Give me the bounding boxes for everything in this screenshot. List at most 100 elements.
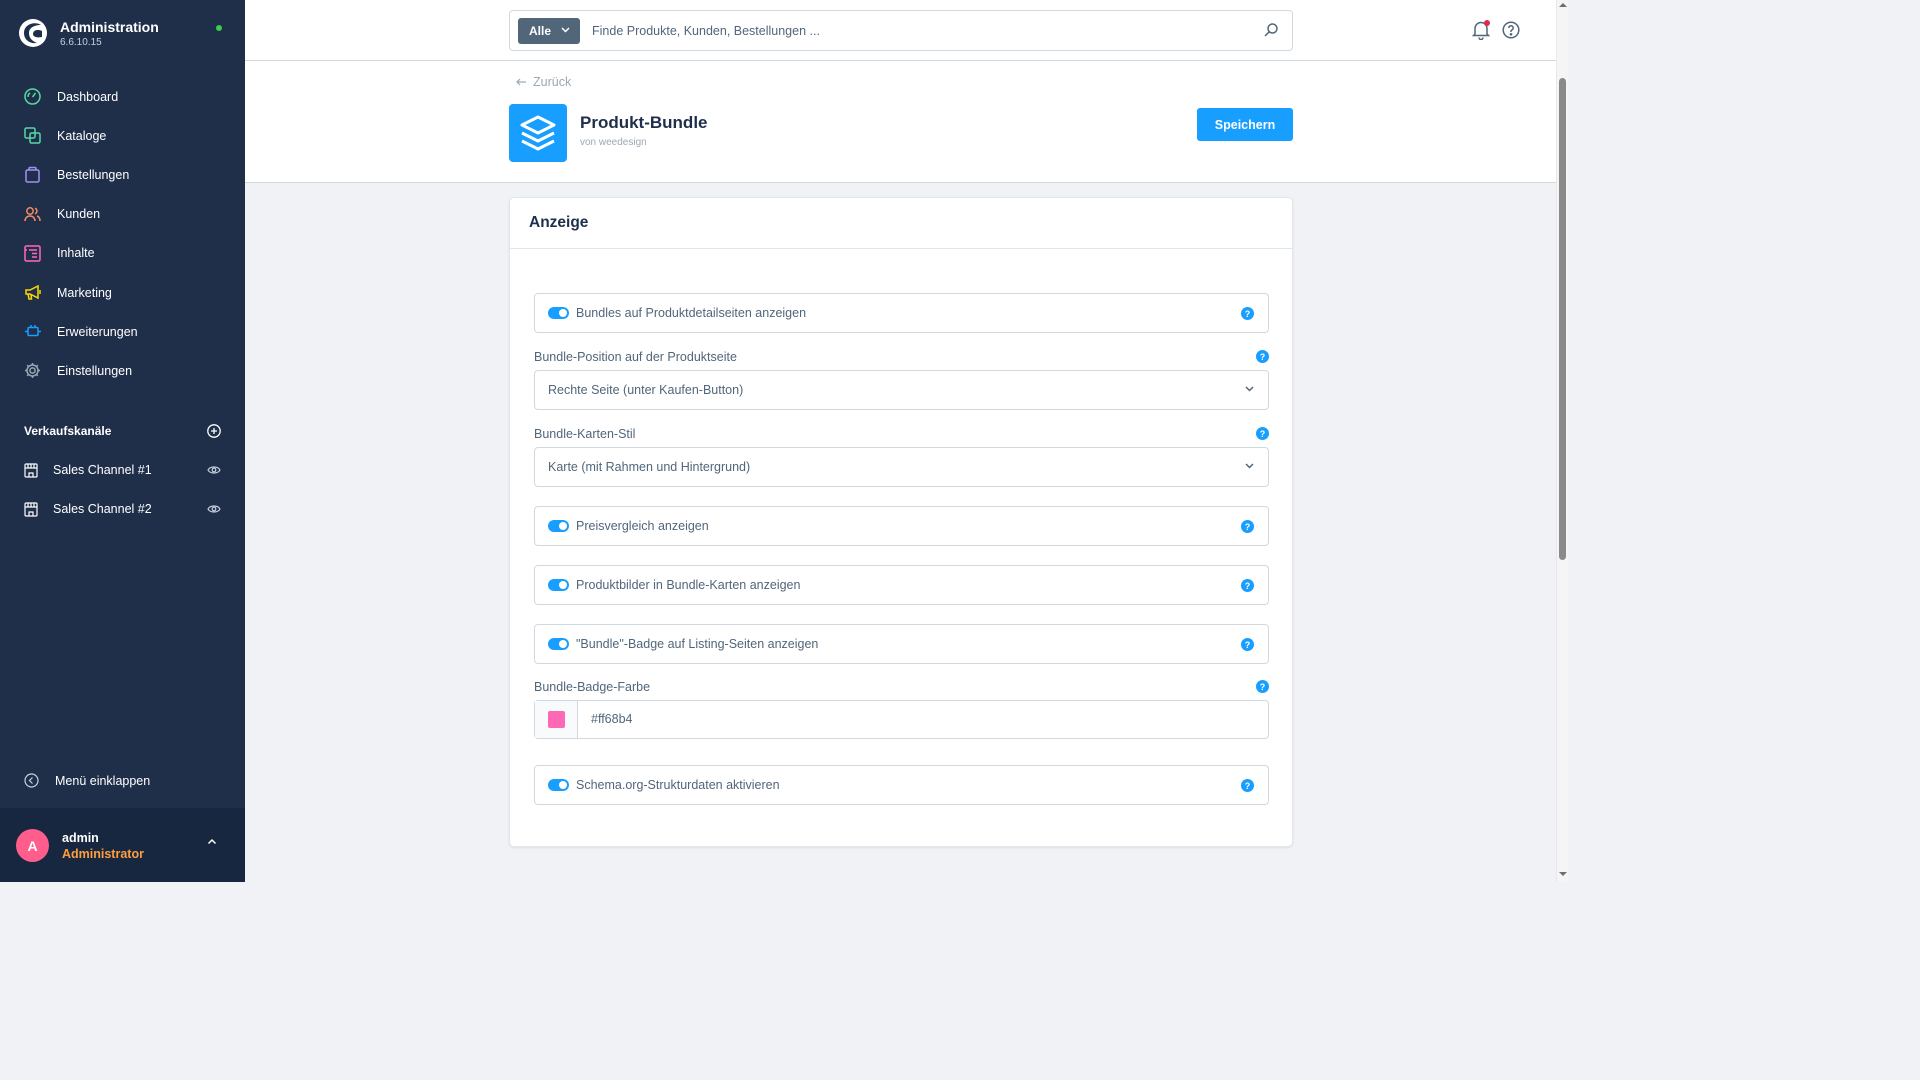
search-type-dropdown[interactable]: Alle: [518, 18, 580, 44]
search-icon[interactable]: [1264, 23, 1278, 37]
help-icon[interactable]: ?: [1241, 579, 1254, 592]
sidebar-item-label: Inhalte: [57, 246, 95, 261]
plugin-logo: [509, 104, 567, 162]
bundle-position-select[interactable]: Rechte Seite (unter Kaufen-Button): [534, 370, 1269, 410]
megaphone-icon: [23, 283, 42, 302]
scroll-thumb[interactable]: [1559, 78, 1566, 560]
bundle-card-style-select[interactable]: Karte (mit Rahmen und Hintergrund): [534, 447, 1269, 487]
top-bar: Alle: [245, 0, 1556, 61]
sidebar-item-label: Kunden: [57, 207, 101, 222]
content-icon: [23, 244, 42, 263]
storefront-icon: [24, 501, 38, 517]
avatar: A: [16, 829, 49, 862]
toggle-label: Bundles auf Produktdetailseiten anzeigen: [576, 306, 807, 320]
back-link[interactable]: Zurück: [516, 75, 571, 89]
chevron-up-icon[interactable]: [207, 838, 217, 845]
select-value: Karte (mit Rahmen und Hintergrund): [548, 460, 751, 474]
scroll-up-arrow-icon[interactable]: [1559, 2, 1567, 8]
save-button[interactable]: Speichern: [1197, 108, 1293, 141]
toggle-field-images: Produktbilder in Bundle-Karten anzeigen …: [534, 565, 1269, 605]
dashboard-icon: [23, 87, 42, 106]
sidebar-item-catalog[interactable]: Kataloge: [0, 116, 245, 155]
sidebar-item-label: Erweiterungen: [57, 324, 138, 339]
price-compare-switch[interactable]: [548, 520, 569, 532]
schema-org-switch[interactable]: [548, 779, 569, 791]
card-header: Anzeige: [510, 198, 1292, 249]
eye-icon[interactable]: [207, 504, 221, 514]
collapse-menu-label: Menü einklappen: [55, 773, 151, 788]
sidebar-item-extensions[interactable]: Erweiterungen: [0, 312, 245, 351]
sidebar-item-label: Marketing: [57, 285, 112, 300]
help-icon[interactable]: ?: [1256, 350, 1269, 363]
stacked-layers-icon: [520, 115, 556, 151]
add-sales-channel-icon[interactable]: [207, 424, 221, 438]
notification-dot: [1484, 20, 1490, 26]
global-search: Alle: [509, 10, 1293, 51]
field-label: Bundle-Position auf der Produktseite: [534, 350, 737, 364]
page-header: Zurück Produkt-Bundle von weedesign Spei…: [245, 61, 1556, 183]
page-scrollbar[interactable]: [1556, 0, 1568, 882]
gear-icon: [23, 361, 42, 380]
chevron-down-icon: [561, 27, 570, 33]
toggle-label: Schema.org-Strukturdaten aktivieren: [576, 778, 780, 792]
plugin-icon: [23, 322, 42, 341]
color-value[interactable]: #ff68b4: [591, 712, 632, 726]
help-icon[interactable]: ?: [1241, 638, 1254, 651]
sidebar-item-customers[interactable]: Kunden: [0, 195, 245, 234]
sales-channel-label: Sales Channel #2: [53, 502, 152, 516]
sidebar-item-settings[interactable]: Einstellungen: [0, 351, 245, 390]
help-circle-icon[interactable]: [1502, 21, 1520, 39]
shopware-logo-icon: [19, 19, 47, 47]
sidebar-item-label: Einstellungen: [57, 363, 133, 378]
color-swatch: [547, 711, 565, 728]
bag-icon: [23, 165, 42, 184]
sales-channel-label: Sales Channel #1: [53, 463, 152, 477]
arrow-left-icon: [516, 78, 526, 86]
collapse-arrow-icon: [24, 773, 39, 788]
eye-icon[interactable]: [207, 465, 221, 475]
help-icon[interactable]: ?: [1256, 427, 1269, 440]
brand[interactable]: Administration 6.6.10.15: [18, 18, 159, 48]
badge-color-field[interactable]: #ff68b4: [534, 700, 1269, 739]
sidebar-item-marketing[interactable]: Marketing: [0, 273, 245, 312]
toggle-label: Produktbilder in Bundle-Karten anzeigen: [576, 578, 801, 592]
plugin-author: von weedesign: [580, 137, 647, 148]
bundle-badge-switch[interactable]: [548, 638, 569, 650]
sidebar-item-label: Bestellungen: [57, 167, 130, 182]
back-label: Zurück: [533, 75, 572, 89]
search-input[interactable]: [592, 20, 1242, 42]
select-value: Rechte Seite (unter Kaufen-Button): [548, 383, 744, 397]
users-icon: [23, 205, 42, 224]
storefront-icon: [24, 462, 38, 478]
sidebar-item-content[interactable]: Inhalte: [0, 234, 245, 273]
help-icon[interactable]: ?: [1241, 520, 1254, 533]
sidebar-item-label: Kataloge: [57, 128, 107, 143]
scroll-down-arrow-icon[interactable]: [1559, 871, 1567, 877]
sales-channel-1[interactable]: Sales Channel #1: [24, 460, 221, 480]
color-picker-button[interactable]: [535, 701, 578, 738]
main-nav: Dashboard Kataloge Bestellungen Kunden I…: [0, 77, 245, 391]
toggle-field-schema: Schema.org-Strukturdaten aktivieren ?: [534, 765, 1269, 805]
chevron-down-icon: [1245, 386, 1254, 392]
app-title: Administration: [60, 18, 159, 35]
help-icon[interactable]: ?: [1241, 307, 1254, 320]
sidebar-item-dashboard[interactable]: Dashboard: [0, 77, 245, 116]
user-menu[interactable]: A admin Administrator: [0, 808, 245, 882]
app-version: 6.6.10.15: [60, 36, 102, 48]
help-icon[interactable]: ?: [1256, 680, 1269, 693]
sidebar-item-label: Dashboard: [57, 89, 119, 104]
user-role: Administrator: [62, 847, 144, 861]
toggle-field-price-compare: Preisvergleich anzeigen ?: [534, 506, 1269, 546]
sidebar-item-orders[interactable]: Bestellungen: [0, 155, 245, 194]
toggle-label: Preisvergleich anzeigen: [576, 519, 709, 533]
display-settings-card: Anzeige Bundles auf Produktdetailseiten …: [509, 197, 1293, 847]
bundles-pdp-switch[interactable]: [548, 307, 569, 319]
sidebar: Administration 6.6.10.15 Dashboard Katal…: [0, 0, 245, 882]
online-status-dot: [216, 25, 222, 31]
help-icon[interactable]: ?: [1241, 779, 1254, 792]
product-images-switch[interactable]: [548, 579, 569, 591]
card-title: Anzeige: [529, 214, 589, 231]
collapse-menu-button[interactable]: Menü einklappen: [24, 773, 150, 788]
search-type-label: Alle: [529, 24, 552, 38]
sales-channel-2[interactable]: Sales Channel #2: [24, 499, 221, 519]
